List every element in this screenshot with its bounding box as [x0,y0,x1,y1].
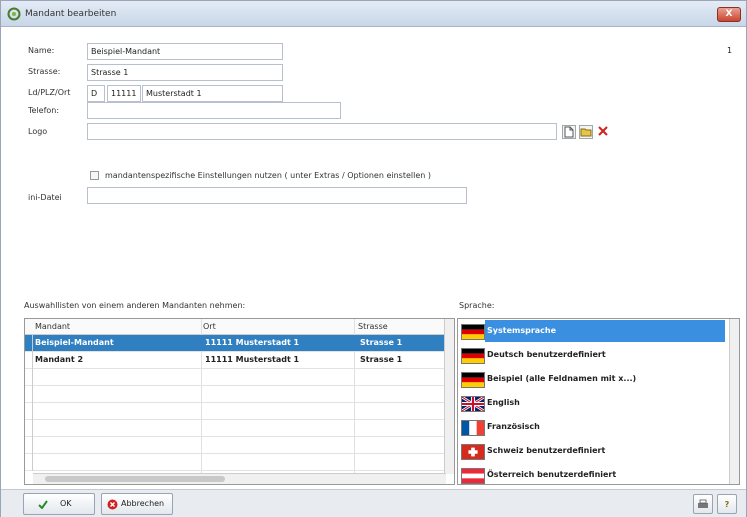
table-row[interactable]: Mandant 2 11111 Musterstadt 1 Strasse 1 [25,352,446,369]
open-folder-button[interactable] [579,125,593,139]
printer-icon [698,499,708,508]
new-file-button[interactable] [562,125,576,139]
cancel-button[interactable]: Abbrechen [101,493,173,515]
cell-strasse: Strasse 1 [360,338,403,347]
language-item[interactable]: Deutsch benutzerdefiniert [458,343,730,367]
table-row[interactable]: Beispiel-Mandant 11111 Musterstadt 1 Str… [25,335,446,352]
app-icon [7,7,21,21]
window-title: Mandant bearbeiten [25,9,117,19]
grid-caption: Auswahllisten von einem anderen Mandante… [24,301,246,310]
help-button[interactable]: ? [717,494,737,514]
language-item[interactable]: Beispiel (alle Feldnamen mit x...) [458,367,730,391]
table-row-empty [25,454,446,471]
new-file-icon [564,126,574,138]
cell-ort: 11111 Musterstadt 1 [205,355,300,364]
button-bar: OK Abbrechen ? [1,489,746,517]
language-item[interactable]: Systemsprache [458,319,730,343]
language-item[interactable]: Österreich benutzerdefiniert [458,463,730,484]
delete-icon [598,126,608,136]
row-indicator [25,335,33,352]
col-ort[interactable]: Ort [203,322,216,331]
scroll-thumb[interactable] [45,476,225,482]
switzerland-flag-icon [461,444,485,460]
checkmark-icon [38,500,48,509]
logo-label: Logo [28,127,48,136]
cell-mandant: Mandant 2 [35,355,84,364]
page-indicator: 1 [727,46,733,55]
mandant-grid[interactable]: Mandant Ort Strasse Beispiel-Mandant 111… [24,318,455,485]
language-label: English [487,398,520,407]
table-row-empty [25,386,446,403]
france-flag-icon [461,420,485,436]
mandant-settings-checkbox[interactable] [90,171,99,180]
row-indicator [25,352,33,369]
telefon-field[interactable] [87,102,341,119]
uk-flag-icon [461,396,485,412]
ok-button[interactable]: OK [23,493,95,515]
grid-vertical-scrollbar[interactable] [444,319,454,474]
ok-label: OK [60,499,72,508]
col-mandant[interactable]: Mandant [35,322,70,331]
language-scrollbar[interactable] [729,319,739,484]
land-field[interactable]: D [87,85,105,102]
title-bar: Mandant bearbeiten X [1,1,746,27]
dialog-window: Mandant bearbeiten X 1 Name: Beispiel-Ma… [0,0,747,517]
language-caption: Sprache: [459,301,495,310]
checkbox-label: mandantenspezifische Einstellungen nutze… [105,171,431,180]
cancel-icon [107,499,118,510]
plz-field[interactable]: 11111 [107,85,141,102]
ini-field[interactable] [87,187,467,204]
language-label: Beispiel (alle Feldnamen mit x...) [487,374,637,383]
close-button[interactable]: X [717,7,741,22]
ldplzort-label: Ld/PLZ/Ort [28,88,71,97]
language-label: Schweiz benutzerdefiniert [487,446,606,455]
language-label: Französisch [487,422,540,431]
language-label: Deutsch benutzerdefiniert [487,350,606,359]
language-label: Österreich benutzerdefiniert [487,470,617,479]
austria-flag-icon [461,468,485,484]
col-strasse[interactable]: Strasse [358,322,388,331]
logo-field[interactable] [87,123,557,140]
cancel-label: Abbrechen [121,499,165,508]
ort-field[interactable]: Musterstadt 1 [142,85,283,102]
ini-label: ini-Datei [28,193,62,202]
language-item[interactable]: Französisch [458,415,730,439]
table-row-empty [25,369,446,386]
table-row-empty [25,437,446,454]
cell-strasse: Strasse 1 [360,355,403,364]
germany-flag-icon [461,348,485,364]
strasse-label: Strasse: [28,67,61,76]
grid-horizontal-scrollbar[interactable] [33,473,446,484]
germany-flag-icon [461,324,485,340]
cell-mandant: Beispiel-Mandant [35,338,114,347]
name-field[interactable]: Beispiel-Mandant [87,43,283,60]
name-label: Name: [28,46,55,55]
language-item[interactable]: English [458,391,730,415]
language-list[interactable]: Systemsprache Deutsch benutzerdefiniert … [457,318,740,485]
language-label: Systemsprache [485,320,725,342]
print-button[interactable] [693,494,713,514]
strasse-field[interactable]: Strasse 1 [87,64,283,81]
telefon-label: Telefon: [28,106,60,115]
grid-header: Mandant Ort Strasse [25,319,446,335]
table-row-empty [25,403,446,420]
cell-ort: 11111 Musterstadt 1 [205,338,300,347]
delete-logo-button[interactable] [597,125,611,139]
folder-icon [580,128,592,137]
table-row-empty [25,420,446,437]
germany-flag-icon [461,372,485,388]
language-item[interactable]: Schweiz benutzerdefiniert [458,439,730,463]
